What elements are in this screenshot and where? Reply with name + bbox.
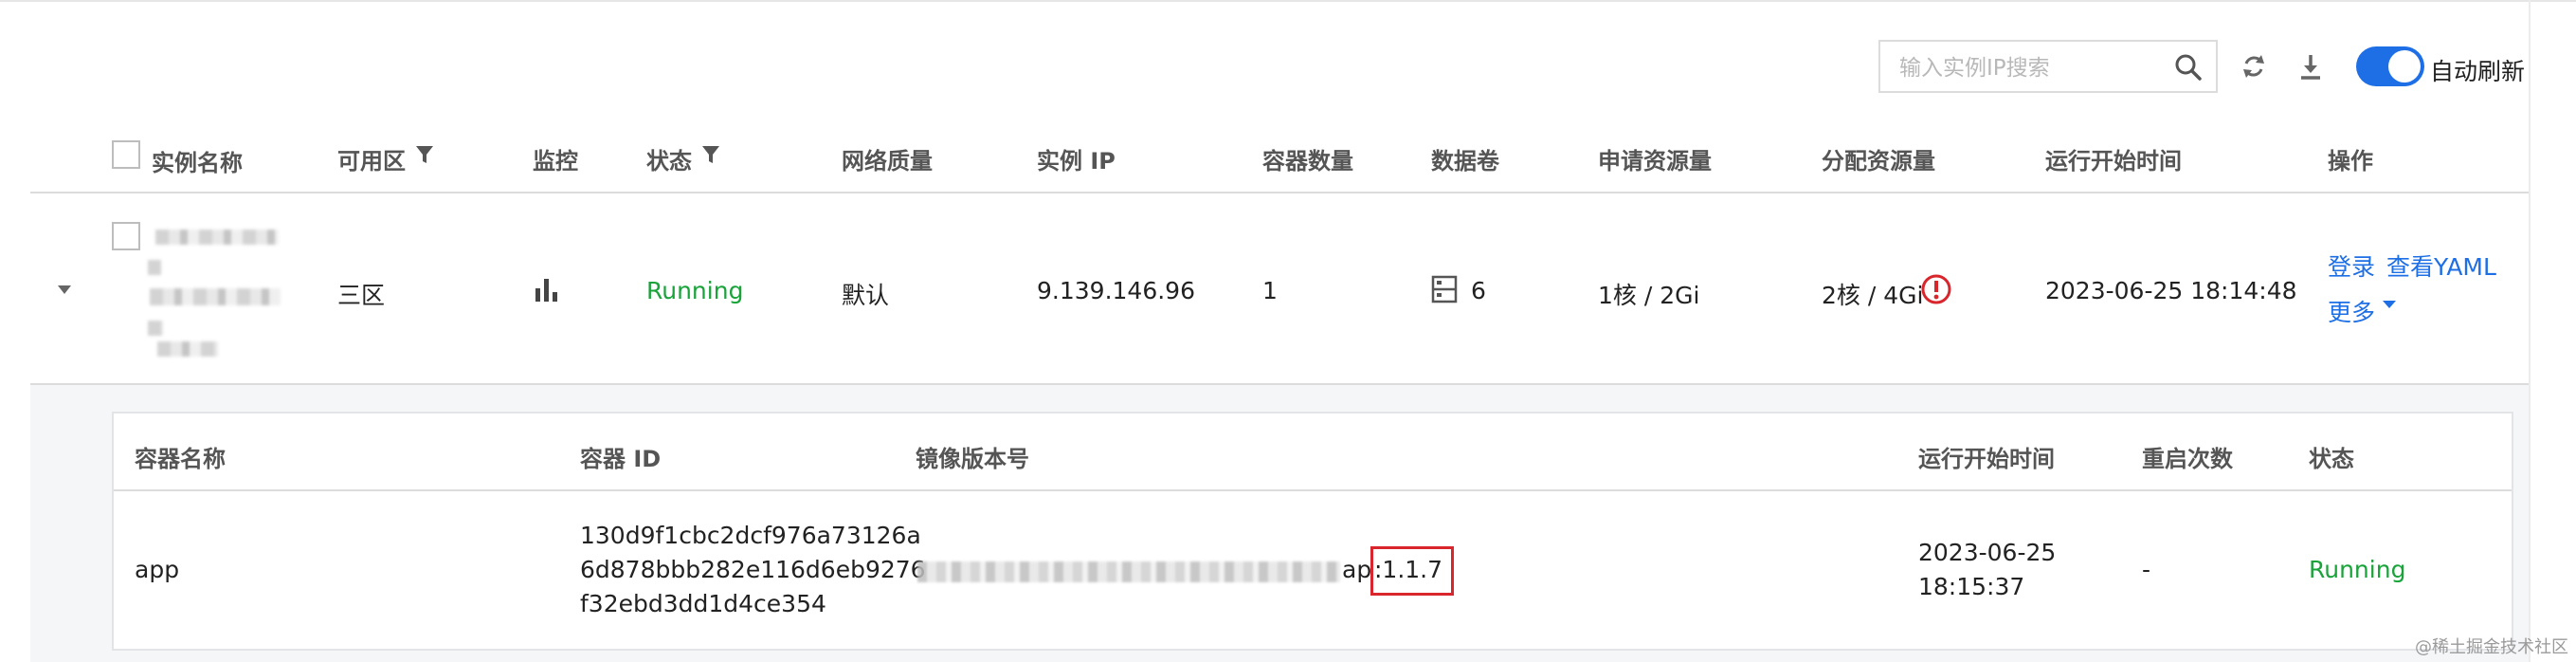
download-icon[interactable] (2295, 51, 2326, 82)
auto-refresh-toggle[interactable] (2356, 46, 2424, 86)
header-divider (30, 192, 2529, 193)
version-highlight-box (1370, 546, 1454, 596)
container-status-running: Running (2309, 556, 2406, 583)
zone-filter-icon[interactable] (415, 144, 434, 165)
monitor-chart-icon[interactable] (533, 275, 561, 303)
header-volumes: 数据卷 (1431, 148, 1499, 175)
status-running: Running (646, 277, 744, 304)
container-header-status: 状态 (2309, 446, 2354, 472)
right-border (2529, 0, 2531, 662)
start-time-value: 2023-06-25 18:14:48 (2045, 277, 2297, 304)
login-link[interactable]: 登录 (2328, 248, 2375, 283)
header-container-count: 容器数量 (1262, 148, 1353, 175)
image-path-redacted (917, 561, 1340, 582)
header-start-time: 运行开始时间 (2045, 148, 2182, 175)
ip-search-box[interactable] (1878, 40, 2218, 93)
container-header-image: 镜像版本号 (916, 446, 1029, 472)
header-monitor: 监控 (533, 148, 578, 175)
container-count-value: 1 (1262, 277, 1278, 304)
more-actions-link[interactable]: 更多 (2328, 294, 2375, 328)
image-name-suffix: ap (1342, 556, 1372, 583)
container-restart-count: - (2142, 556, 2151, 583)
allocated-resources-value: 2核 / 4Gi (1822, 282, 1924, 309)
container-start-date: 2023-06-25 (1918, 539, 2057, 566)
header-actions: 操作 (2328, 148, 2373, 175)
select-all-checkbox[interactable] (112, 140, 140, 169)
instance-name-redacted (148, 230, 282, 358)
ip-search-input[interactable] (1897, 51, 2157, 85)
search-icon[interactable] (2174, 53, 2203, 82)
container-header-restarts: 重启次数 (2142, 446, 2233, 472)
toggle-knob (2388, 50, 2421, 83)
container-table: 容器名称 容器 ID 镜像版本号 运行开始时间 重启次数 状态 app 130d… (112, 412, 2513, 651)
auto-refresh-label: 自动刷新 (2430, 58, 2526, 85)
instance-ip-value: 9.139.146.96 (1037, 277, 1195, 304)
container-header-start-time: 运行开始时间 (1918, 446, 2055, 472)
collapse-row-icon[interactable] (55, 283, 74, 298)
container-id-line-3: f32ebd3dd1d4ce354 (580, 590, 826, 617)
zone-value: 三区 (337, 282, 386, 309)
network-quality-value: 默认 (842, 282, 890, 309)
header-status: 状态 (646, 148, 692, 175)
status-filter-icon[interactable] (701, 144, 720, 165)
header-instance-ip: 实例 IP (1037, 148, 1116, 175)
header-instance-name: 实例名称 (152, 150, 243, 176)
refresh-icon[interactable] (2239, 51, 2269, 82)
container-header-name: 容器名称 (135, 446, 226, 472)
container-id-line-2: 6d878bbb282e116d6eb9276 (580, 556, 926, 583)
row-select-checkbox[interactable] (112, 222, 140, 250)
volume-count-value: 6 (1471, 277, 1486, 304)
header-allocated-resources: 分配资源量 (1822, 148, 1935, 175)
requested-resources-value: 1核 / 2Gi (1598, 282, 1700, 309)
container-header-divider (114, 489, 2512, 491)
chevron-down-icon[interactable] (2381, 298, 2398, 313)
container-id-line-1: 130d9f1cbc2dcf976a73126a (580, 522, 921, 549)
top-border (0, 0, 2576, 2)
view-yaml-link[interactable]: 查看YAML (2386, 248, 2496, 283)
warning-icon[interactable] (1920, 273, 1952, 305)
container-header-id: 容器 ID (580, 446, 662, 472)
volume-icon (1431, 275, 1458, 303)
header-requested-resources: 申请资源量 (1598, 148, 1712, 175)
container-name-value: app (135, 556, 180, 583)
container-start-clock: 18:15:37 (1918, 573, 2025, 600)
header-network-quality: 网络质量 (842, 148, 933, 175)
watermark: @稀土掘金技术社区 (2415, 637, 2568, 657)
header-zone: 可用区 (337, 148, 406, 175)
